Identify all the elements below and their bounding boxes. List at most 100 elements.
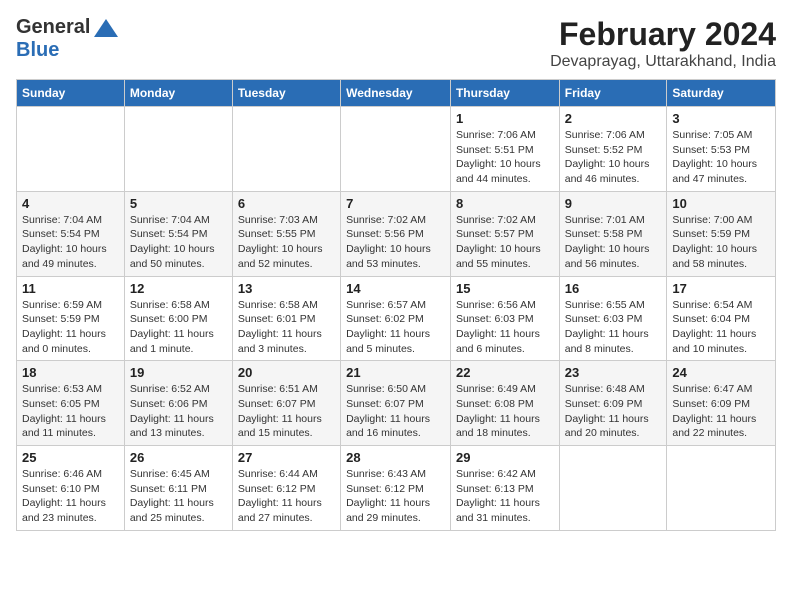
day-number: 25 [22, 450, 119, 465]
calendar-cell [341, 107, 451, 192]
calendar-cell: 24Sunrise: 6:47 AM Sunset: 6:09 PM Dayli… [667, 361, 776, 446]
calendar-cell: 1Sunrise: 7:06 AM Sunset: 5:51 PM Daylig… [450, 107, 559, 192]
calendar-cell: 6 Sunrise: 7:03 AM Sunset: 5:55 PM Daylig… [232, 191, 340, 276]
day-info: Sunrise: 6:57 AM Sunset: 6:02 PM Dayligh… [346, 298, 445, 357]
calendar-body: 1Sunrise: 7:06 AM Sunset: 5:51 PM Daylig… [17, 107, 776, 531]
day-number: 12 [130, 281, 227, 296]
calendar-cell [232, 107, 340, 192]
calendar-cell: 13Sunrise: 6:58 AM Sunset: 6:01 PM Dayli… [232, 276, 340, 361]
calendar-cell: 22 Sunrise: 6:49 AM Sunset: 6:08 PM Dayli… [450, 361, 559, 446]
day-number: 29 [456, 450, 554, 465]
day-info: Sunrise: 6:50 AM Sunset: 6:07 PM Dayligh… [346, 382, 445, 441]
day-info: Sunrise: 7:04 AM Sunset: 5:54 PM Dayligh… [22, 213, 119, 272]
day-info: Sunrise: 6:42 AM Sunset: 6:13 PM Dayligh… [456, 467, 554, 526]
day-number: 26 [130, 450, 227, 465]
calendar-cell: 5 Sunrise: 7:04 AM Sunset: 5:54 PM Daylig… [124, 191, 232, 276]
day-number: 5 [130, 196, 227, 211]
calendar-cell: 7 Sunrise: 7:02 AM Sunset: 5:56 PM Daylig… [341, 191, 451, 276]
calendar-cell: 4 Sunrise: 7:04 AM Sunset: 5:54 PM Daylig… [17, 191, 125, 276]
day-info: Sunrise: 7:06 AM Sunset: 5:51 PM Dayligh… [456, 128, 554, 187]
day-info: Sunrise: 6:55 AM Sunset: 6:03 PM Dayligh… [565, 298, 662, 357]
day-number: 3 [672, 111, 770, 126]
day-number: 6 [238, 196, 335, 211]
calendar-cell: 20Sunrise: 6:51 AM Sunset: 6:07 PM Dayli… [232, 361, 340, 446]
day-info: Sunrise: 7:06 AM Sunset: 5:52 PM Dayligh… [565, 128, 662, 187]
day-info: Sunrise: 6:58 AM Sunset: 6:00 PM Dayligh… [130, 298, 227, 357]
calendar-cell: 18 Sunrise: 6:53 AM Sunset: 6:05 PM Dayli… [17, 361, 125, 446]
day-number: 22 [456, 365, 554, 380]
day-info: Sunrise: 7:04 AM Sunset: 5:54 PM Dayligh… [130, 213, 227, 272]
page-header: General Blue February 2024 Devaprayag, U… [16, 16, 776, 71]
day-info: Sunrise: 7:00 AM Sunset: 5:59 PM Dayligh… [672, 213, 770, 272]
day-number: 19 [130, 365, 227, 380]
calendar-cell: 26 Sunrise: 6:45 AM Sunset: 6:11 PM Dayli… [124, 446, 232, 531]
page-subtitle: Devaprayag, Uttarakhand, India [550, 53, 776, 71]
day-info: Sunrise: 6:49 AM Sunset: 6:08 PM Dayligh… [456, 382, 554, 441]
day-info: Sunrise: 6:54 AM Sunset: 6:04 PM Dayligh… [672, 298, 770, 357]
logo-general: General [16, 16, 90, 39]
day-info: Sunrise: 6:43 AM Sunset: 6:12 PM Dayligh… [346, 467, 445, 526]
calendar-cell: 3 Sunrise: 7:05 AM Sunset: 5:53 PM Daylig… [667, 107, 776, 192]
calendar-cell [17, 107, 125, 192]
week-row-2: 4 Sunrise: 7:04 AM Sunset: 5:54 PM Daylig… [17, 191, 776, 276]
header-cell-saturday: Saturday [667, 80, 776, 107]
calendar-cell: 14 Sunrise: 6:57 AM Sunset: 6:02 PM Dayli… [341, 276, 451, 361]
day-info: Sunrise: 6:46 AM Sunset: 6:10 PM Dayligh… [22, 467, 119, 526]
calendar-cell: 23Sunrise: 6:48 AM Sunset: 6:09 PM Dayli… [559, 361, 667, 446]
day-number: 21 [346, 365, 445, 380]
calendar-cell: 2Sunrise: 7:06 AM Sunset: 5:52 PM Daylig… [559, 107, 667, 192]
calendar-cell: 21 Sunrise: 6:50 AM Sunset: 6:07 PM Dayli… [341, 361, 451, 446]
header-cell-thursday: Thursday [450, 80, 559, 107]
header-row: SundayMondayTuesdayWednesdayThursdayFrid… [17, 80, 776, 107]
day-info: Sunrise: 7:05 AM Sunset: 5:53 PM Dayligh… [672, 128, 770, 187]
day-info: Sunrise: 6:58 AM Sunset: 6:01 PM Dayligh… [238, 298, 335, 357]
week-row-1: 1Sunrise: 7:06 AM Sunset: 5:51 PM Daylig… [17, 107, 776, 192]
header-cell-sunday: Sunday [17, 80, 125, 107]
day-info: Sunrise: 7:01 AM Sunset: 5:58 PM Dayligh… [565, 213, 662, 272]
day-info: Sunrise: 6:44 AM Sunset: 6:12 PM Dayligh… [238, 467, 335, 526]
day-number: 27 [238, 450, 335, 465]
day-info: Sunrise: 6:59 AM Sunset: 5:59 PM Dayligh… [22, 298, 119, 357]
day-number: 17 [672, 281, 770, 296]
day-info: Sunrise: 7:02 AM Sunset: 5:57 PM Dayligh… [456, 213, 554, 272]
calendar-cell [667, 446, 776, 531]
calendar-cell: 15 Sunrise: 6:56 AM Sunset: 6:03 PM Dayli… [450, 276, 559, 361]
day-number: 9 [565, 196, 662, 211]
page-title: February 2024 [550, 16, 776, 53]
calendar-cell [559, 446, 667, 531]
day-number: 11 [22, 281, 119, 296]
header-cell-monday: Monday [124, 80, 232, 107]
day-info: Sunrise: 6:51 AM Sunset: 6:07 PM Dayligh… [238, 382, 335, 441]
calendar-cell: 17 Sunrise: 6:54 AM Sunset: 6:04 PM Dayli… [667, 276, 776, 361]
day-info: Sunrise: 6:53 AM Sunset: 6:05 PM Dayligh… [22, 382, 119, 441]
title-block: February 2024 Devaprayag, Uttarakhand, I… [550, 16, 776, 71]
week-row-5: 25 Sunrise: 6:46 AM Sunset: 6:10 PM Dayli… [17, 446, 776, 531]
day-number: 18 [22, 365, 119, 380]
day-info: Sunrise: 7:03 AM Sunset: 5:55 PM Dayligh… [238, 213, 335, 272]
day-number: 14 [346, 281, 445, 296]
day-info: Sunrise: 6:56 AM Sunset: 6:03 PM Dayligh… [456, 298, 554, 357]
calendar-table: SundayMondayTuesdayWednesdayThursdayFrid… [16, 79, 776, 531]
calendar-cell: 11 Sunrise: 6:59 AM Sunset: 5:59 PM Dayli… [17, 276, 125, 361]
logo-icon [92, 17, 120, 39]
week-row-4: 18 Sunrise: 6:53 AM Sunset: 6:05 PM Dayli… [17, 361, 776, 446]
calendar-cell: 27 Sunrise: 6:44 AM Sunset: 6:12 PM Dayli… [232, 446, 340, 531]
day-number: 7 [346, 196, 445, 211]
logo-blue: Blue [16, 39, 59, 61]
day-info: Sunrise: 6:48 AM Sunset: 6:09 PM Dayligh… [565, 382, 662, 441]
day-info: Sunrise: 6:52 AM Sunset: 6:06 PM Dayligh… [130, 382, 227, 441]
calendar-cell: 16Sunrise: 6:55 AM Sunset: 6:03 PM Dayli… [559, 276, 667, 361]
calendar-cell: 28 Sunrise: 6:43 AM Sunset: 6:12 PM Dayli… [341, 446, 451, 531]
day-number: 8 [456, 196, 554, 211]
day-info: Sunrise: 6:45 AM Sunset: 6:11 PM Dayligh… [130, 467, 227, 526]
header-cell-friday: Friday [559, 80, 667, 107]
day-number: 4 [22, 196, 119, 211]
day-info: Sunrise: 7:02 AM Sunset: 5:56 PM Dayligh… [346, 213, 445, 272]
calendar-cell: 25 Sunrise: 6:46 AM Sunset: 6:10 PM Dayli… [17, 446, 125, 531]
calendar-cell: 19 Sunrise: 6:52 AM Sunset: 6:06 PM Dayli… [124, 361, 232, 446]
day-number: 28 [346, 450, 445, 465]
calendar-cell: 29 Sunrise: 6:42 AM Sunset: 6:13 PM Dayli… [450, 446, 559, 531]
day-number: 15 [456, 281, 554, 296]
week-row-3: 11 Sunrise: 6:59 AM Sunset: 5:59 PM Dayli… [17, 276, 776, 361]
calendar-cell: 12 Sunrise: 6:58 AM Sunset: 6:00 PM Dayli… [124, 276, 232, 361]
